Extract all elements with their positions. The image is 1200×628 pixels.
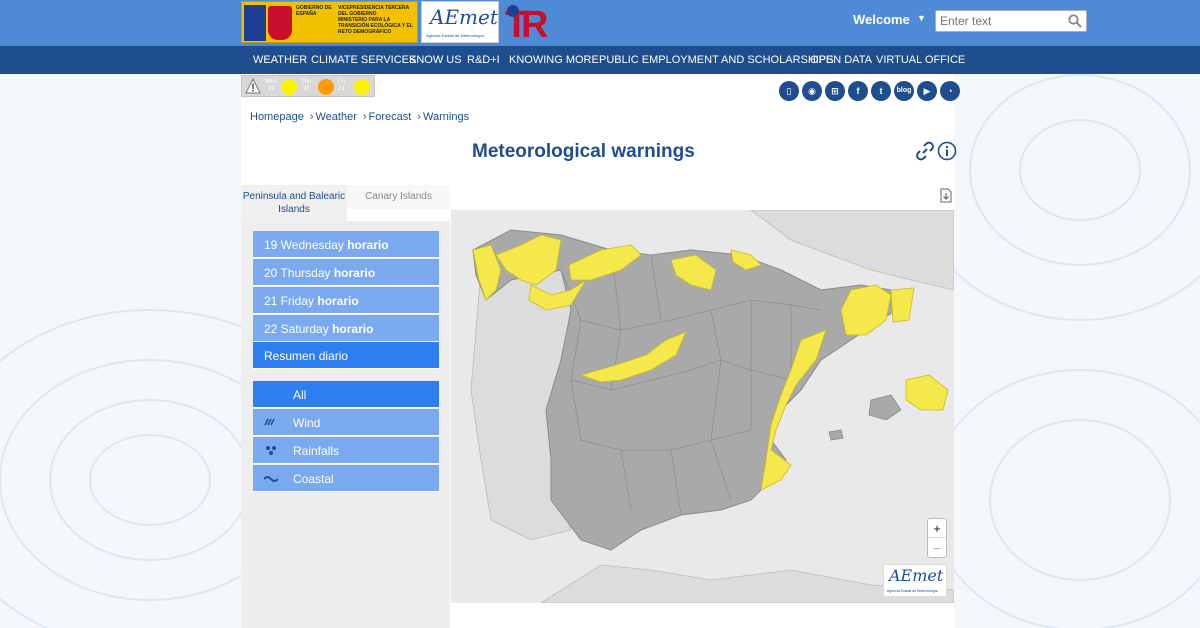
warning-triangle-icon xyxy=(245,78,261,94)
day-button-21[interactable]: 21 Friday horario xyxy=(253,287,439,314)
breadcrumb: Homepage › Weather › Forecast › Warnings xyxy=(250,111,470,123)
waves-icon xyxy=(264,476,278,482)
nav-knowing-more[interactable]: KNOWING MORE xyxy=(509,54,599,66)
breadcrumb-forecast[interactable]: Forecast xyxy=(369,111,412,123)
mini-day-label: Fri 21 xyxy=(338,79,345,92)
aemet-logo[interactable]: AEmet Agencia Estatal de Meteorología xyxy=(421,1,499,43)
breadcrumb-warnings[interactable]: Warnings xyxy=(423,111,469,123)
nav-know-us[interactable]: KNOW US xyxy=(409,54,462,66)
map-logo-word: AEmet xyxy=(889,566,944,585)
tab-canary-islands[interactable]: Canary Islands xyxy=(347,185,450,209)
nav-open-data[interactable]: OPEN DATA xyxy=(810,54,872,66)
map-aemet-logo: AEmet Agencia Estatal de Meteorología xyxy=(883,564,947,597)
filter-coastal-label: Coastal xyxy=(293,472,334,486)
gov-text-0: GOBIERNO DE ESPAÑA xyxy=(296,5,332,17)
mini-day-dot-yellow xyxy=(281,79,297,95)
logo-block[interactable]: GOBIERNO DE ESPAÑA VICEPRESIDENCIA TERCE… xyxy=(241,1,551,43)
wind-icon xyxy=(264,418,275,426)
rss-icon[interactable]: ◔ xyxy=(940,81,960,101)
tab-peninsula-balearic[interactable]: Peninsula and Balearic Islands xyxy=(241,185,347,221)
gov-text-1: VICEPRESIDENCIA TERCERA DEL GOBIERNO MINI… xyxy=(338,5,413,35)
breadcrumb-homepage[interactable]: Homepage xyxy=(250,111,304,123)
day-label: 19 Wednesday xyxy=(264,238,344,252)
link-icon[interactable] xyxy=(915,141,935,161)
day-label: 22 Saturday xyxy=(264,322,329,336)
mobile-app-icon[interactable]: ▯ xyxy=(779,81,799,101)
warning-zone-girona xyxy=(890,287,915,323)
rain-icon xyxy=(266,446,276,455)
day-label: 20 Thursday xyxy=(264,266,331,280)
warnings-map[interactable] xyxy=(451,210,954,603)
filter-rainfalls-label: Rainfalls xyxy=(293,444,340,458)
filter-all-button[interactable]: All xyxy=(253,381,439,408)
ibiza-land xyxy=(828,429,844,441)
nav-climate-services[interactable]: CLIMATE SERVICES xyxy=(311,54,416,66)
nav-weather[interactable]: WEATHER xyxy=(253,54,307,66)
eu-flag-icon xyxy=(244,5,266,41)
network-icon[interactable]: ⊞ xyxy=(825,81,845,101)
day-button-22[interactable]: 22 Saturday horario xyxy=(253,315,439,342)
aemet-logo-subtitle: Agencia Estatal de Meteorología xyxy=(426,33,484,38)
breadcrumb-weather[interactable]: Weather xyxy=(316,111,357,123)
android-app-icon[interactable]: ◉ xyxy=(802,81,822,101)
top-header: GOBIERNO DE ESPAÑA VICEPRESIDENCIA TERCE… xyxy=(0,0,1200,46)
day-button-19[interactable]: 19 Wednesday horario xyxy=(253,231,439,258)
filter-coastal-button[interactable]: Coastal xyxy=(253,465,439,492)
day-suffix: horario xyxy=(333,266,376,280)
mini-day-label: Thu 20 xyxy=(301,79,312,92)
day-suffix: horario xyxy=(347,238,389,252)
map-logo-subtitle: Agencia Estatal de Meteorología xyxy=(887,589,938,593)
blog-icon[interactable]: blog xyxy=(894,81,914,101)
warning-zone-menorca xyxy=(905,374,949,411)
spain-map[interactable] xyxy=(451,210,954,603)
filter-wind-button[interactable]: Wind xyxy=(253,409,439,436)
mallorca-land xyxy=(868,394,902,421)
search-input[interactable] xyxy=(935,10,1087,32)
mini-day-dot-orange xyxy=(318,79,334,95)
zoom-control: + − xyxy=(927,518,947,558)
spain-shield-icon xyxy=(268,6,292,40)
main-nav: WEATHER CLIMATE SERVICES KNOW US R&D+I K… xyxy=(0,46,1200,74)
facebook-icon[interactable]: f xyxy=(848,81,868,101)
page-title: Meteorological warnings xyxy=(472,141,695,162)
nav-public-employment[interactable]: PUBLIC EMPLOYMENT AND SCHOLARSHIPS xyxy=(599,54,834,66)
download-icon[interactable] xyxy=(940,188,952,203)
filter-wind-label: Wind xyxy=(293,416,321,430)
zoom-out-button[interactable]: − xyxy=(928,539,946,558)
zoom-in-button[interactable]: + xyxy=(928,519,946,538)
day-button-20[interactable]: 20 Thursday horario xyxy=(253,259,439,286)
twitter-icon[interactable]: t xyxy=(871,81,891,101)
info-icon[interactable] xyxy=(937,141,957,161)
search-icon[interactable] xyxy=(1068,14,1082,28)
daily-summary-button[interactable]: Resumen diario xyxy=(253,342,439,369)
filter-rainfalls-button[interactable]: Rainfalls xyxy=(253,437,439,464)
nav-rdi[interactable]: R&D+I xyxy=(467,54,500,66)
youtube-icon[interactable]: ▶ xyxy=(917,81,937,101)
recovery-plan-logo-icon[interactable]: T R xyxy=(503,1,551,43)
aemet-logo-word: AEmet xyxy=(430,5,498,29)
government-logo[interactable]: GOBIERNO DE ESPAÑA VICEPRESIDENCIA TERCE… xyxy=(241,1,418,43)
day-suffix: horario xyxy=(332,322,374,336)
mini-day-label: Wed 19 xyxy=(265,79,278,92)
mini-day-dot-yellow xyxy=(354,79,370,95)
nav-virtual-office[interactable]: VIRTUAL OFFICE xyxy=(876,54,965,66)
caret-down-icon[interactable]: ▼ xyxy=(917,13,926,23)
day-suffix: horario xyxy=(317,294,359,308)
welcome-menu[interactable]: Welcome xyxy=(853,12,910,27)
svg-text:R: R xyxy=(521,4,548,43)
mini-warning-forecast[interactable]: Wed 19 Thu 20 Fri 21 xyxy=(241,75,375,97)
day-label: 21 Friday xyxy=(264,294,315,308)
